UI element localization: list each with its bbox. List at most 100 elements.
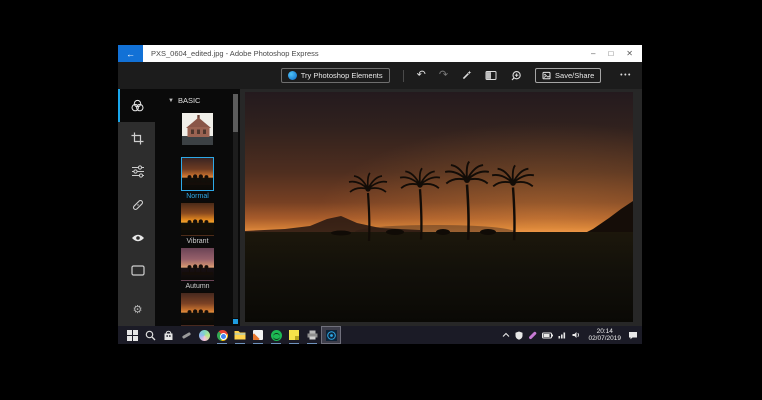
borders-frame-icon [131, 265, 145, 276]
sticky-notes-button[interactable] [285, 326, 303, 344]
save-share-button[interactable]: Save/Share [535, 68, 601, 83]
store-bag-icon [163, 330, 174, 341]
snip-pen-icon [181, 331, 190, 338]
toolbar-divider [403, 70, 404, 82]
chrome-icon [217, 330, 228, 341]
save-share-label: Save/Share [555, 71, 594, 80]
scrollbar-thumb[interactable] [233, 94, 238, 132]
edited-photo[interactable] [245, 92, 633, 322]
taskbar-clock[interactable]: 20:14 02/07/2019 [586, 328, 623, 342]
pen-icon[interactable] [528, 334, 537, 337]
main-content: ⚙ ▼ BASIC [118, 89, 642, 326]
filter-item-normal[interactable]: Normal [181, 157, 214, 202]
action-center-icon[interactable] [628, 331, 638, 340]
filter-thumbnail-autumn [181, 247, 214, 281]
filter-item-autumn[interactable]: Autumn [181, 247, 214, 292]
sidebar-item-borders[interactable] [118, 254, 155, 287]
share-icon [542, 71, 551, 80]
try-elements-label: Try Photoshop Elements [301, 71, 383, 80]
red-eye-icon [131, 233, 145, 243]
photoshop-express-taskbar-button[interactable] [321, 326, 341, 344]
sidebar-item-crop[interactable] [118, 122, 155, 155]
minimize-button[interactable]: – [591, 45, 595, 62]
sidebar-item-adjustments[interactable] [118, 155, 155, 188]
back-button[interactable]: ← [118, 45, 143, 62]
spotify-button[interactable] [267, 326, 285, 344]
defender-shield-icon[interactable] [515, 331, 523, 340]
zoom-icon[interactable] [510, 70, 522, 82]
auto-enhance-wand-icon[interactable] [461, 70, 472, 81]
printer-app-button[interactable] [303, 326, 321, 344]
window-title: PXS_0604_edited.jpg - Adobe Photoshop Ex… [151, 49, 591, 58]
filter-label: Normal [186, 191, 209, 202]
filter-thumbnail-normal [181, 157, 214, 191]
filter-thumbnail-vibrant [181, 202, 214, 236]
window-controls: – □ ✕ [591, 45, 633, 62]
printer-icon [307, 330, 318, 340]
before-after-compare-icon[interactable] [485, 70, 497, 81]
document-app-icon [253, 330, 263, 340]
folder-icon [234, 330, 246, 340]
filter-label: Autumn [185, 281, 209, 292]
adjustments-sliders-icon [131, 165, 145, 178]
taskbar-search-button[interactable] [141, 326, 159, 344]
photoshop-express-icon [326, 330, 337, 341]
undo-icon[interactable]: ↶ [417, 70, 426, 81]
search-icon [145, 330, 156, 341]
hidden-icons-chevron-icon[interactable] [502, 332, 510, 338]
filter-list: Normal V [155, 112, 240, 326]
photoshop-elements-logo-icon [288, 71, 297, 80]
photo-canvas [240, 89, 642, 326]
clock-date: 02/07/2019 [588, 335, 621, 342]
sidebar-item-heal[interactable] [118, 188, 155, 221]
close-button[interactable]: ✕ [626, 45, 633, 62]
app-toolbar: Try Photoshop Elements ↶ ↷ [118, 62, 642, 89]
filters-category-header[interactable]: ▼ BASIC [155, 96, 240, 105]
sticky-notes-icon [289, 330, 299, 340]
gear-icon: ⚙ [133, 303, 143, 316]
filter-item-vibrant[interactable]: Vibrant [181, 202, 214, 247]
filter-label: Vibrant [186, 236, 208, 247]
category-label: BASIC [178, 96, 201, 105]
document-app-button[interactable] [249, 326, 267, 344]
windows-logo-icon [127, 330, 138, 341]
toolbar-center: Try Photoshop Elements ↶ ↷ [240, 62, 642, 89]
microsoft-store-button[interactable] [159, 326, 177, 344]
chrome-button[interactable] [213, 326, 231, 344]
healing-bandaid-icon [131, 198, 145, 212]
clock-time: 20:14 [588, 328, 621, 335]
start-button[interactable] [123, 326, 141, 344]
filter-thumbnail-house [181, 112, 214, 146]
chevron-down-icon: ▼ [168, 98, 174, 104]
filter-thumbnail-next [181, 292, 214, 326]
sidebar-item-looks[interactable] [118, 89, 155, 122]
titlebar: ← PXS_0604_edited.jpg - Adobe Photoshop … [118, 45, 642, 62]
tool-rail: ⚙ [118, 89, 155, 326]
volume-icon[interactable] [572, 331, 581, 339]
windows-taskbar: 20:14 02/07/2019 [118, 326, 642, 344]
sidebar-item-red-eye[interactable] [118, 221, 155, 254]
redo-icon[interactable]: ↷ [439, 70, 448, 81]
pinwheel-app-icon [199, 330, 210, 341]
photo-silhouettes [245, 92, 633, 322]
looks-filters-icon [130, 99, 145, 113]
pinwheel-browser-button[interactable] [195, 326, 213, 344]
filters-scrollbar[interactable] [233, 94, 238, 318]
desktop-screen: ← PXS_0604_edited.jpg - Adobe Photoshop … [118, 45, 642, 344]
system-tray: 20:14 02/07/2019 [502, 328, 642, 342]
network-icon[interactable] [558, 331, 567, 339]
spotify-icon [271, 330, 282, 341]
file-explorer-button[interactable] [231, 326, 249, 344]
filter-item-next[interactable] [181, 292, 214, 326]
more-options-icon[interactable]: ••• [620, 62, 632, 89]
filters-panel: ▼ BASIC [155, 89, 240, 326]
crop-icon [131, 132, 144, 145]
maximize-button[interactable]: □ [608, 45, 613, 62]
try-photoshop-elements-button[interactable]: Try Photoshop Elements [281, 68, 390, 83]
back-arrow-icon: ← [126, 49, 135, 59]
sidebar-item-settings[interactable]: ⚙ [118, 293, 155, 326]
battery-icon[interactable] [542, 332, 553, 339]
snip-tool-button[interactable] [177, 326, 195, 344]
filter-item-original[interactable] [181, 112, 214, 157]
panel-corner-accent [233, 319, 238, 324]
